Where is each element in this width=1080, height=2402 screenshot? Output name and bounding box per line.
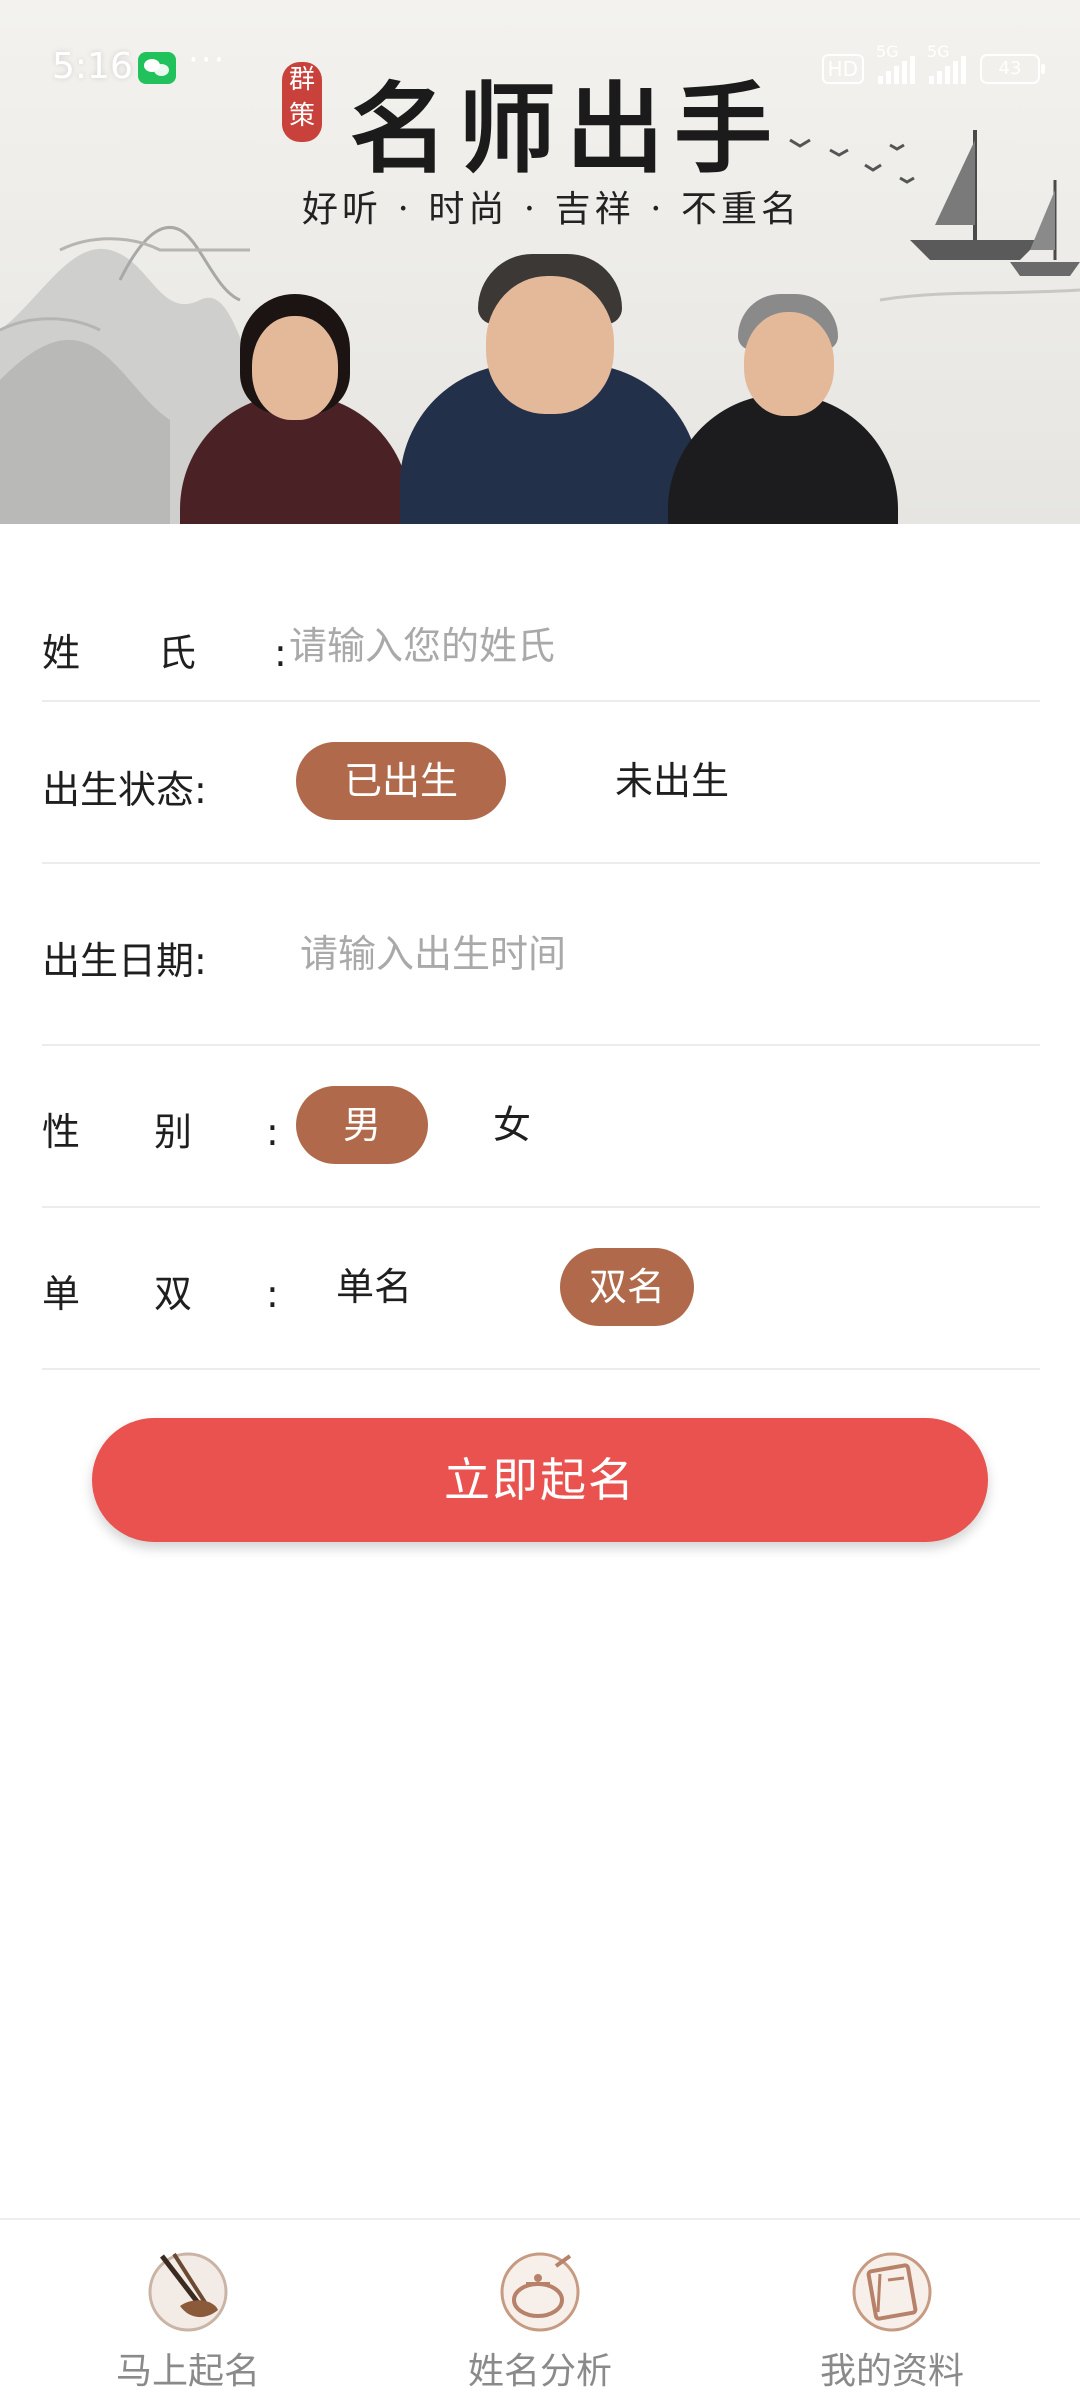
- female-option[interactable]: 女: [462, 1086, 562, 1164]
- seal-stamp: 群策: [282, 62, 322, 142]
- teapot-icon: [500, 2252, 580, 2332]
- banner: 5:16 ··· HD 5G 5G 43 群策 名师出手 好听 · 时尚 · 吉…: [0, 0, 1080, 524]
- tab-name-now-label: 马上起名: [115, 2351, 260, 2392]
- person-man-image: [668, 294, 898, 524]
- double-name-option[interactable]: 双名: [560, 1248, 694, 1326]
- male-option[interactable]: 男: [296, 1086, 428, 1164]
- tab-name-analysis-label: 姓名分析: [467, 2351, 612, 2392]
- signal-icon-2: 5G: [927, 42, 966, 84]
- birth-status-row: 出生状态: 已出生 未出生: [42, 702, 1040, 864]
- born-option[interactable]: 已出生: [296, 742, 506, 820]
- birth-date-label: 出生日期:: [42, 939, 207, 983]
- surname-input[interactable]: [287, 620, 931, 672]
- book-icon: [852, 2252, 932, 2332]
- name-now-button[interactable]: 立即起名: [92, 1418, 988, 1542]
- birth-date-input[interactable]: [298, 928, 942, 980]
- bottom-tab-bar: 马上起名 姓名分析 我的资料: [0, 2218, 1080, 2402]
- person-master-image: [400, 254, 700, 524]
- tab-name-now[interactable]: 马上起名: [58, 2220, 318, 2402]
- tab-my-profile[interactable]: 我的资料: [762, 2220, 1022, 2402]
- gender-row: 性别: 男 女: [42, 1046, 1040, 1208]
- sim2-label: 5G: [927, 42, 950, 61]
- banner-title: 名师出手: [350, 72, 783, 187]
- single-name-option[interactable]: 单名: [304, 1248, 444, 1326]
- sim1-label: 5G: [876, 42, 899, 61]
- tab-name-analysis[interactable]: 姓名分析: [410, 2220, 670, 2402]
- more-notifications-icon: ···: [188, 40, 227, 80]
- wechat-icon: [138, 52, 176, 84]
- signal-icon: 5G: [876, 42, 915, 84]
- battery-icon: 43: [980, 54, 1045, 84]
- hd-badge: HD: [821, 54, 864, 84]
- unborn-option[interactable]: 未出生: [582, 742, 762, 820]
- birth-status-label: 出生状态:: [42, 768, 207, 812]
- surname-row: 姓氏:: [42, 524, 1040, 702]
- status-time: 5:16: [52, 46, 133, 87]
- name-length-row: 单双: 单名 双名: [42, 1208, 1040, 1370]
- tab-my-profile-label: 我的资料: [819, 2351, 964, 2392]
- brush-icon: [148, 2252, 228, 2332]
- birth-date-row: 出生日期:: [42, 864, 1040, 1046]
- banner-subtitle: 好听 · 时尚 · 吉祥 · 不重名: [302, 189, 801, 230]
- person-woman-image: [180, 294, 410, 524]
- naming-form: 姓氏: 出生状态: 已出生 未出生 出生日期: 性别: 男 女 单双: 单名 双…: [42, 524, 1040, 1370]
